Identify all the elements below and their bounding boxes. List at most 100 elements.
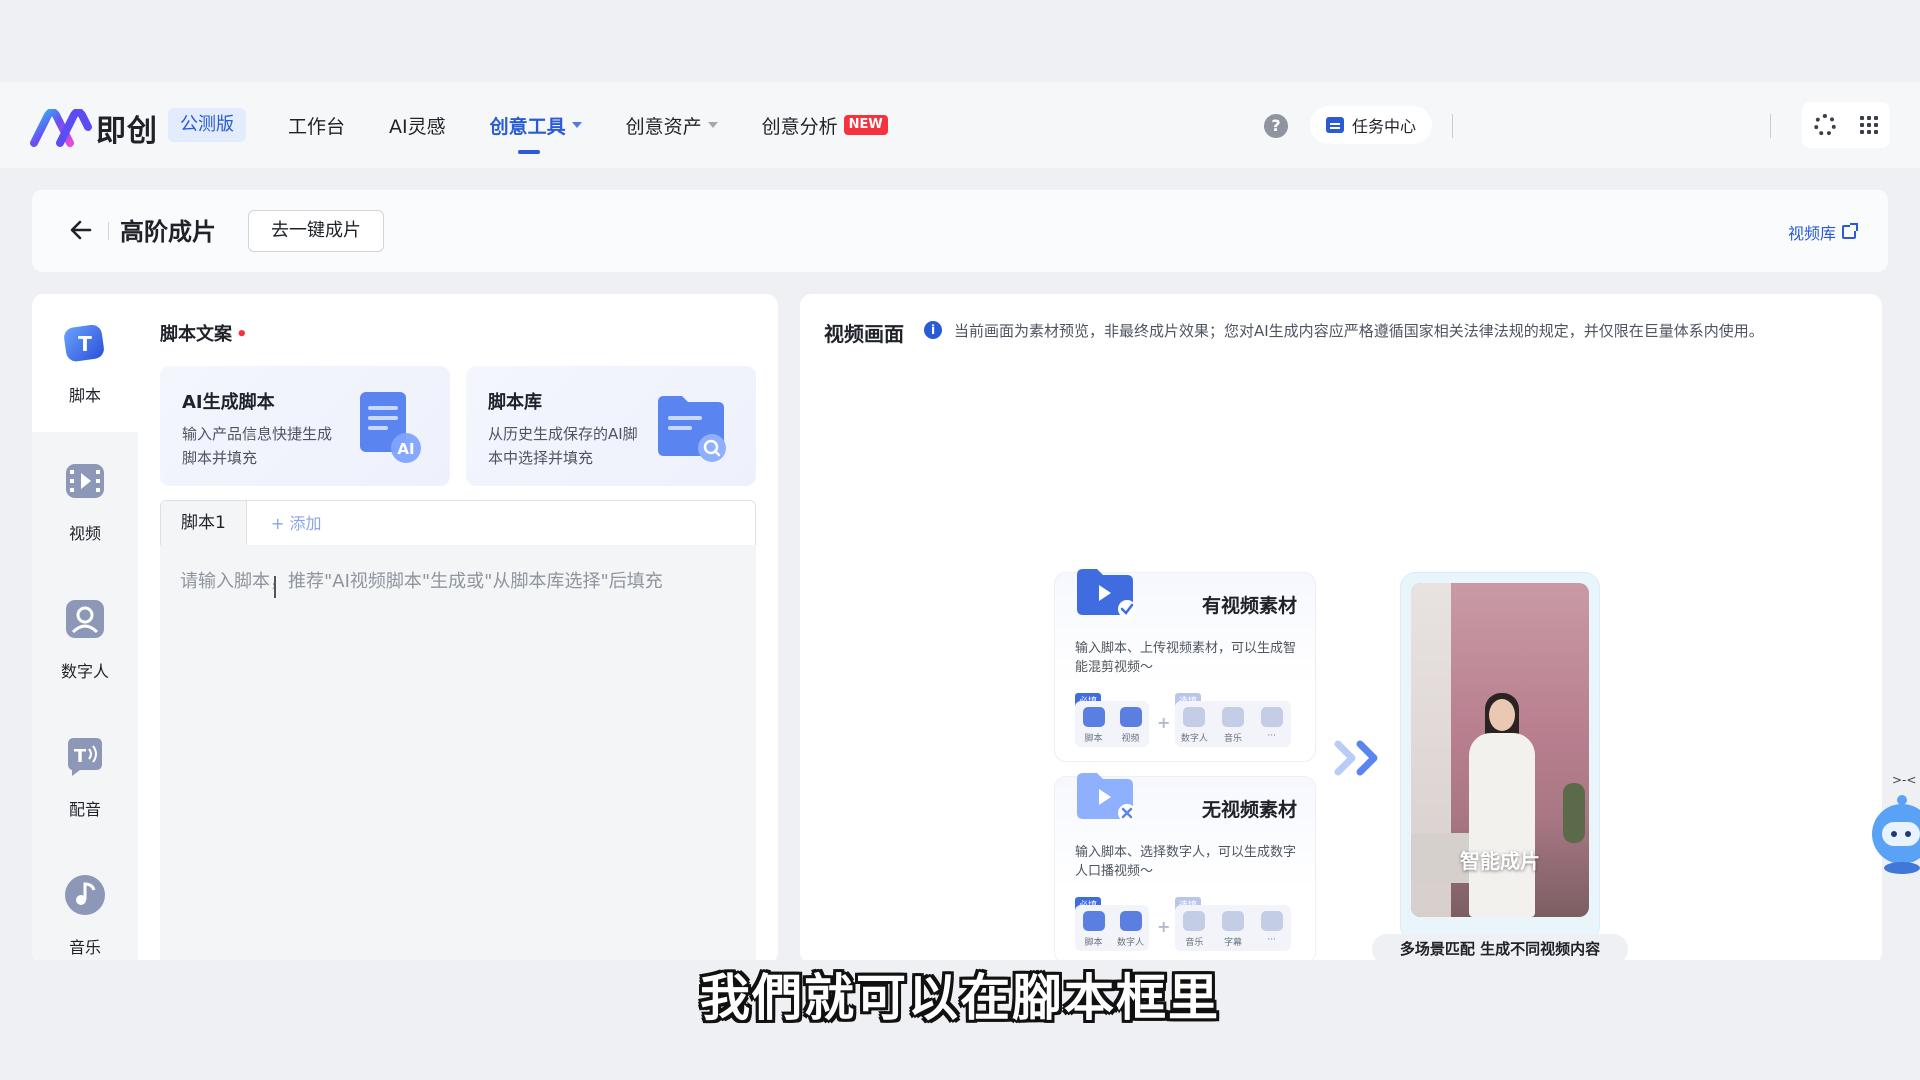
- video-library-label: 视频库: [1787, 224, 1836, 243]
- nav-ai-inspiration[interactable]: AI灵感: [389, 82, 446, 168]
- script-tabbar: 脚本1 + 添加: [160, 500, 756, 546]
- digital-human-icon: [1119, 911, 1142, 931]
- script-icon: [1082, 707, 1105, 727]
- mini-item: ···: [1255, 911, 1289, 945]
- mode-desc: 输入脚本、上传视频素材，可以生成智能混剪视频～: [1075, 641, 1297, 675]
- divider: [1770, 114, 1771, 138]
- sidebar-item-script[interactable]: T 脚本: [32, 294, 138, 432]
- mini-label: 字幕: [1223, 938, 1242, 948]
- page-title: 高阶成片: [120, 218, 216, 246]
- svg-text:>-<: >-<: [1892, 773, 1916, 787]
- preview-video-screen: 智能成片: [1411, 583, 1589, 917]
- optional-group: 音乐 字幕 ···: [1175, 905, 1291, 951]
- ai-generate-script-card[interactable]: AI生成脚本 输入产品信息快捷生成脚本并填充 AI: [160, 366, 450, 486]
- page-header: 高阶成片 去一键成片 视频库: [32, 190, 1888, 272]
- task-center-label: 任务中心: [1352, 117, 1417, 136]
- script-input[interactable]: [160, 545, 756, 964]
- mini-item: 视频: [1114, 707, 1148, 744]
- plus-icon: +: [1157, 917, 1171, 936]
- toolbar-right: [1802, 102, 1890, 148]
- video-library-link[interactable]: 视频库: [1787, 220, 1858, 244]
- task-center-button[interactable]: 任务中心: [1310, 106, 1433, 144]
- optional-group: 数字人 音乐 ···: [1175, 701, 1291, 747]
- nav-workbench-label: 工作台: [288, 115, 346, 138]
- back-arrow-icon[interactable]: [70, 220, 92, 240]
- mini-label: ···: [1267, 731, 1276, 741]
- mini-item: 数字人: [1114, 911, 1148, 948]
- add-tab-button[interactable]: + 添加: [271, 501, 322, 546]
- nav-creative-assets-label: 创意资产: [625, 115, 702, 138]
- sidebar-item-video[interactable]: 视频: [32, 432, 138, 570]
- avatar-head: [1489, 699, 1515, 731]
- chevron-down-icon: [571, 122, 582, 128]
- divider: [108, 222, 109, 240]
- required-group: 脚本 数字人: [1075, 905, 1149, 951]
- nav-creative-assets[interactable]: 创意资产: [626, 82, 718, 168]
- tab-script-1[interactable]: 脚本1: [161, 501, 247, 546]
- script-library-card[interactable]: 脚本库 从历史生成保存的AI脚本中选择并填充: [466, 366, 756, 486]
- mini-item: 音乐: [1216, 707, 1250, 744]
- one-click-video-button[interactable]: 去一键成片: [248, 210, 384, 252]
- folder-search-icon: [658, 396, 726, 462]
- script-icon: [1082, 911, 1105, 931]
- video-preview-panel: 视频画面 i 当前画面为素材预览，非最终成片效果；您对AI生成内容应严格遵循国家…: [800, 294, 1882, 964]
- sidebar-item-label: 音乐: [68, 938, 101, 957]
- video-folder-cross-icon: [1077, 773, 1136, 822]
- without-footage-mode-card: 无视频素材 输入脚本、选择数字人，可以生成数字人口播视频～ 必填 脚本 数字人 …: [1054, 773, 1316, 964]
- document-ai-icon: AI: [360, 392, 421, 463]
- plus-icon: +: [1157, 713, 1171, 732]
- mini-label: 音乐: [1223, 734, 1242, 744]
- card-title: 脚本库: [488, 392, 542, 413]
- sidebar-item-label: 数字人: [60, 662, 109, 681]
- nav-creative-tools[interactable]: 创意工具: [490, 82, 582, 168]
- mini-label: 音乐: [1185, 938, 1204, 948]
- svg-text:T: T: [74, 746, 87, 767]
- nav-creative-analysis[interactable]: 创意分析 NEW: [762, 82, 888, 168]
- digital-human-icon: [66, 600, 104, 638]
- text-cursor: [274, 576, 276, 598]
- mini-item: 音乐: [1177, 911, 1211, 948]
- script-section-title: 脚本文案: [160, 324, 232, 345]
- script-icon: T: [64, 324, 104, 362]
- sidebar-item-music[interactable]: 音乐: [32, 846, 138, 964]
- dubbing-icon: T: [68, 738, 102, 776]
- video-subtitle: 我們就可以在腳本框里: [700, 969, 1220, 1027]
- mini-item: 字幕: [1216, 911, 1250, 948]
- digital-human-icon: [1183, 707, 1206, 727]
- brand-logo[interactable]: 即创: [30, 106, 158, 150]
- main-nav: 工作台 AI灵感 创意工具 创意资产 创意分析 NEW: [288, 82, 932, 168]
- info-icon: i: [924, 321, 942, 339]
- task-icon: [1326, 117, 1344, 133]
- mini-item: ···: [1255, 707, 1289, 741]
- apps-grid-icon[interactable]: [1860, 116, 1878, 134]
- help-icon[interactable]: ?: [1264, 114, 1288, 138]
- mini-label: 脚本: [1084, 734, 1103, 744]
- music-icon: [1183, 911, 1206, 931]
- side-rail: T 脚本 视频 数字人 T 配音 音乐: [32, 294, 138, 964]
- assistant-bot-icon[interactable]: >-<: [1862, 770, 1920, 880]
- top-navbar: 即创 公测版 工作台 AI灵感 创意工具 创意资产 创意分析 NEW ? 任务中心: [0, 82, 1920, 168]
- video-icon: [66, 464, 104, 498]
- mode-requirements: 必填 脚本 视频 + 选填 数字人 音乐 ···: [1075, 693, 1303, 753]
- card-title: AI生成脚本: [182, 392, 275, 413]
- preview-label: 智能成片: [1460, 849, 1540, 873]
- sidebar-item-dubbing[interactable]: T 配音: [32, 708, 138, 846]
- divider: [1452, 114, 1453, 138]
- beta-badge: 公测版: [168, 108, 246, 142]
- mini-label: 视频: [1121, 734, 1140, 744]
- compliance-notice: 当前画面为素材预览，非最终成片效果；您对AI生成内容应严格遵循国家相关法律法规的…: [954, 322, 1764, 340]
- svg-text:T: T: [78, 332, 92, 356]
- with-footage-mode-card: 有视频素材 输入脚本、上传视频素材，可以生成智能混剪视频～ 必填 脚本 视频 +…: [1054, 569, 1316, 762]
- chevron-down-icon: [707, 122, 718, 128]
- nav-creative-analysis-label: 创意分析: [761, 115, 838, 138]
- settings-icon[interactable]: [1814, 114, 1836, 136]
- sidebar-item-digital-human[interactable]: 数字人: [32, 570, 138, 708]
- grid-icon: [1260, 911, 1283, 931]
- new-badge: NEW: [843, 115, 888, 135]
- video-icon: [1119, 707, 1142, 727]
- video-section-title: 视频画面: [824, 322, 904, 346]
- music-icon: [1221, 707, 1244, 727]
- nav-workbench[interactable]: 工作台: [288, 82, 345, 168]
- mode-title: 有视频素材: [1201, 595, 1297, 617]
- double-chevron-right-icon: [1334, 740, 1378, 776]
